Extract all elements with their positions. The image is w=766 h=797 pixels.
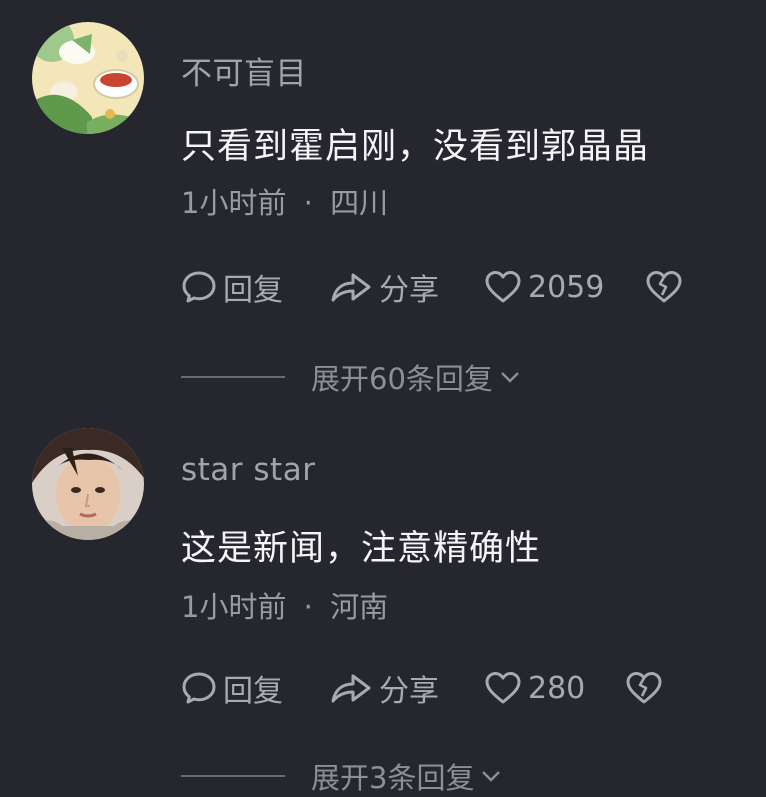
- chevron-down-icon: [482, 771, 501, 782]
- reply-label: 回复: [223, 674, 283, 709]
- broken-heart-icon: [626, 672, 662, 704]
- comment-meta: 1小时前 · 河南: [181, 584, 388, 626]
- share-button[interactable]: 分享: [329, 265, 439, 309]
- user-avatar[interactable]: [32, 22, 144, 134]
- reply-label: 回复: [223, 273, 283, 308]
- meta-separator: ·: [303, 590, 313, 624]
- broken-heart-icon: [646, 271, 682, 303]
- username[interactable]: 不可盲目: [181, 48, 307, 93]
- reply-button[interactable]: 回复: [181, 666, 283, 710]
- comment-bubble-icon: [182, 672, 216, 704]
- comment-location: 河南: [330, 590, 389, 624]
- comment-item: 不可盲目 只看到霍启刚，没看到郭晶晶 1小时前 · 四川 回复 分享 2059: [0, 0, 766, 400]
- share-label: 分享: [379, 273, 439, 308]
- expand-label: 展开3条回复: [311, 761, 475, 795]
- share-button[interactable]: 分享: [329, 666, 439, 710]
- divider-line: [181, 376, 285, 378]
- like-button[interactable]: 2059: [484, 265, 604, 309]
- comment-location: 四川: [330, 186, 389, 220]
- dislike-button[interactable]: [625, 666, 663, 710]
- username[interactable]: star star: [181, 452, 315, 488]
- expand-label: 展开60条回复: [311, 362, 493, 396]
- expand-replies[interactable]: 展开3条回复: [181, 756, 502, 796]
- user-avatar[interactable]: [32, 428, 144, 540]
- reply-button[interactable]: 回复: [181, 265, 283, 309]
- chevron-down-icon: [501, 372, 519, 383]
- share-arrow-icon: [331, 674, 371, 703]
- food-avatar-icon: [32, 22, 144, 134]
- like-count: 280: [528, 670, 586, 706]
- expand-replies[interactable]: 展开60条回复: [181, 357, 521, 397]
- divider-line: [181, 775, 285, 777]
- heart-icon: [485, 672, 521, 704]
- comment-text: 这是新闻，注意精确性: [181, 529, 542, 569]
- meta-separator: ·: [303, 186, 313, 220]
- comment-time: 1小时前: [181, 590, 287, 624]
- like-count: 2059: [528, 269, 605, 305]
- comment-time: 1小时前: [181, 186, 287, 220]
- comment-meta: 1小时前 · 四川: [181, 180, 388, 222]
- like-button[interactable]: 280: [484, 666, 585, 710]
- comment-bubble-icon: [182, 271, 216, 303]
- share-arrow-icon: [331, 273, 371, 302]
- dislike-button[interactable]: [645, 265, 683, 309]
- share-label: 分享: [379, 674, 439, 709]
- comment-text: 只看到霍启刚，没看到郭晶晶: [181, 127, 650, 167]
- comment-item: star star 这是新闻，注意精确性 1小时前 · 河南 回复 分享 280: [0, 400, 766, 795]
- heart-icon: [485, 271, 521, 303]
- person-avatar-icon: [32, 428, 144, 540]
